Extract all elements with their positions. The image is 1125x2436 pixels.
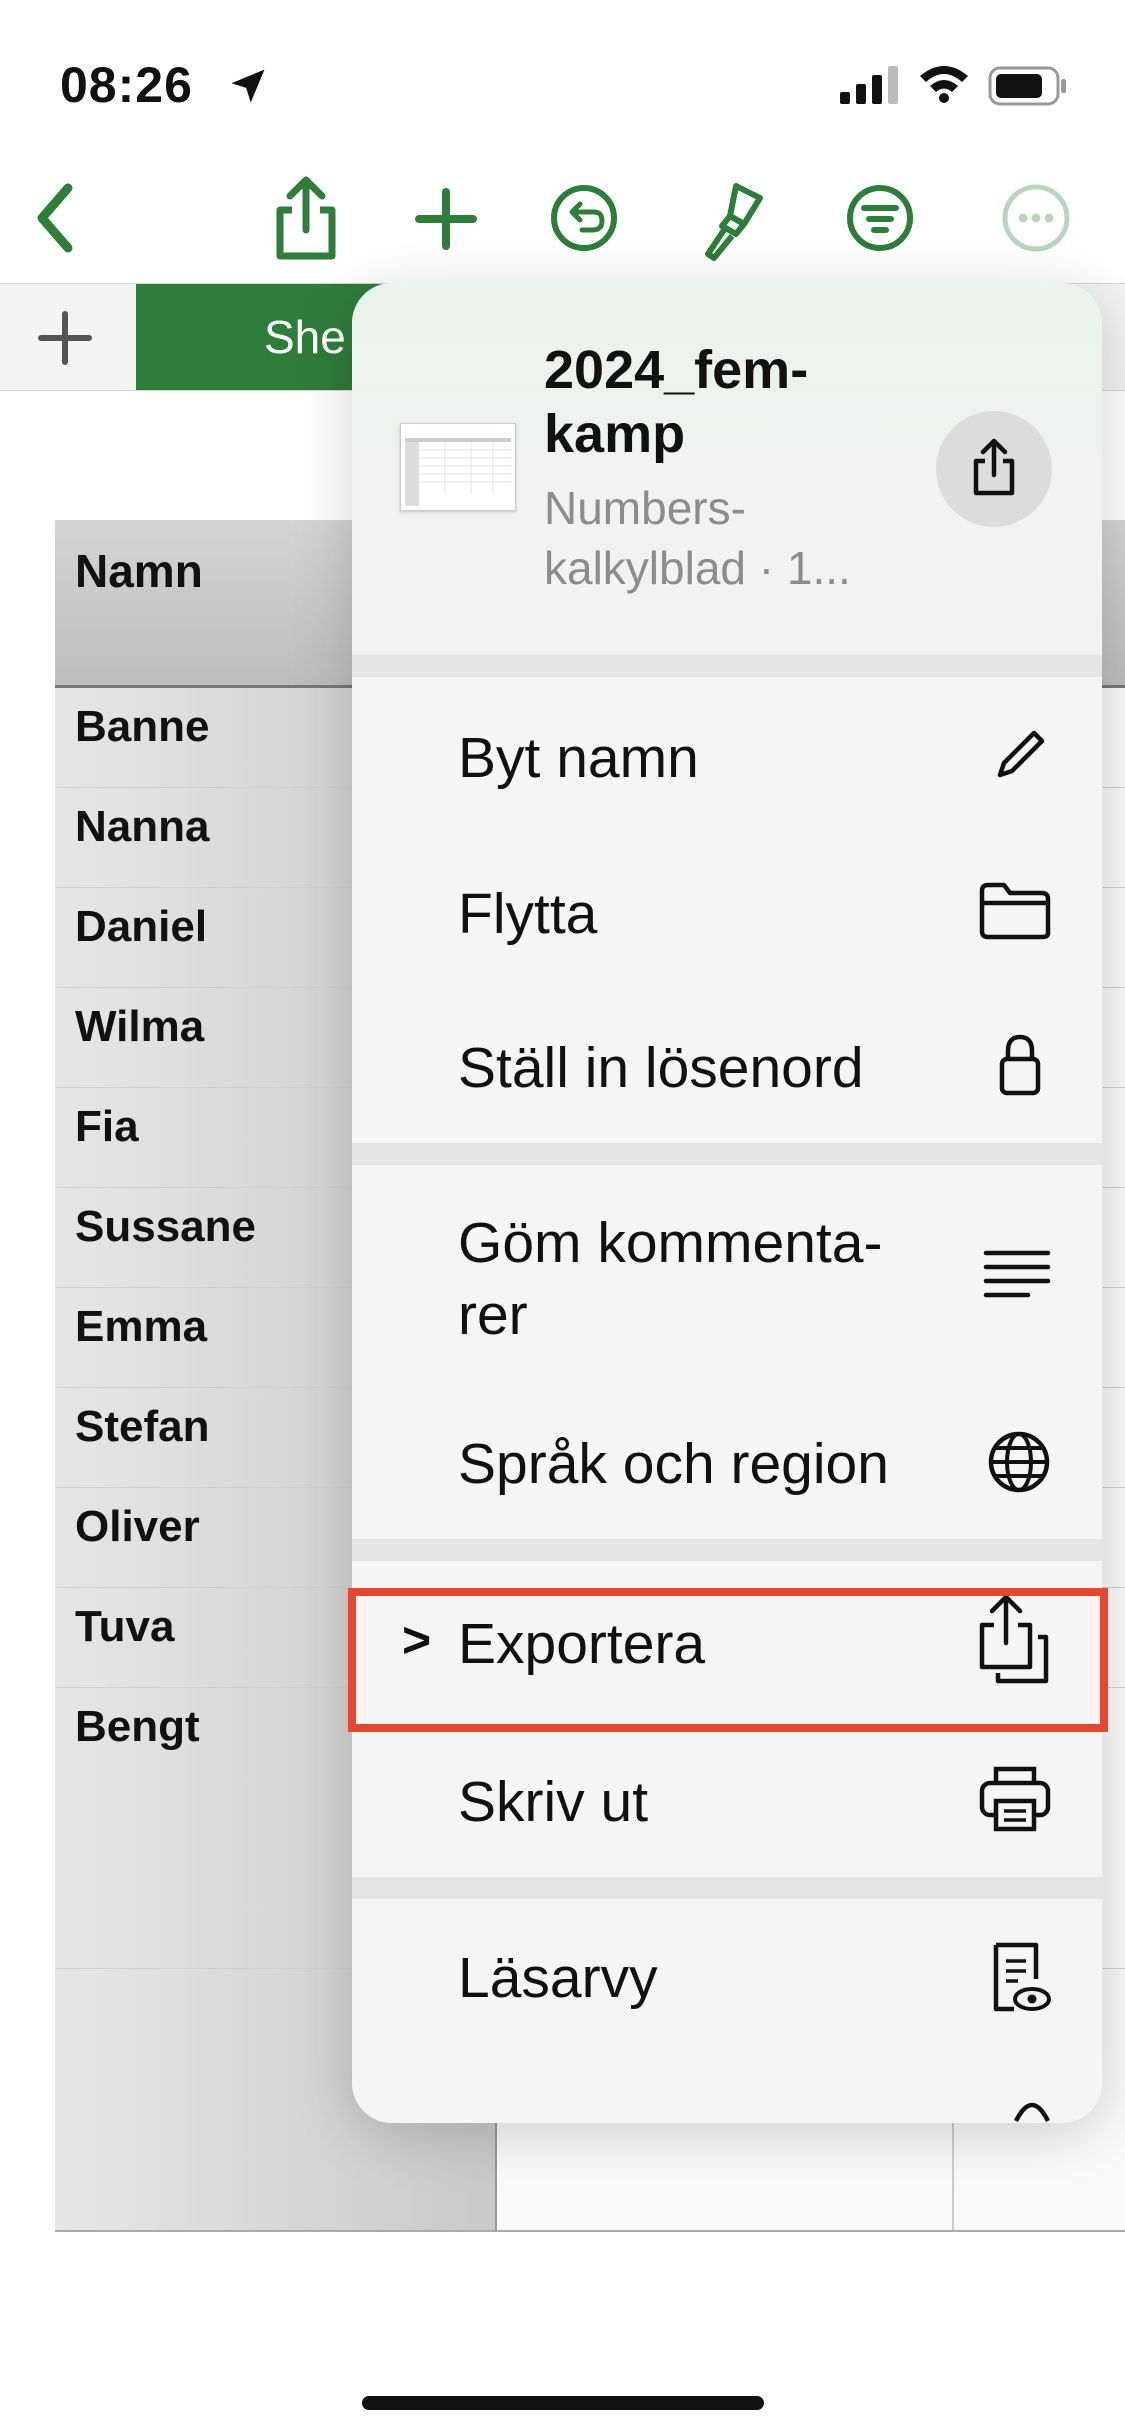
column-header-namn[interactable]: Namn (75, 544, 203, 598)
document-subtitle-line: Numbers- (544, 482, 746, 534)
table-cell[interactable]: Daniel (75, 902, 207, 952)
document-subtitle-line: kalkylblad · 1... (544, 542, 851, 594)
toolbar (0, 160, 1125, 282)
location-arrow-icon (231, 69, 265, 103)
document-subtitle: Numbers- kalkylblad · 1... (544, 478, 944, 598)
menu-item-reader-view[interactable]: Läsarvy (352, 1899, 1102, 2056)
menu-item-partial[interactable] (352, 2055, 1102, 2123)
table-cell[interactable]: Tuva (75, 1602, 174, 1652)
menu-item-label-line: Göm kommenta- (458, 1211, 883, 1275)
wifi-icon (920, 66, 968, 103)
plus-icon[interactable] (406, 168, 486, 268)
table-cell[interactable]: Sussane (75, 1202, 256, 1252)
partial-icon (1013, 2102, 1051, 2123)
lock-icon (999, 1034, 1041, 1096)
document-thumbnail (400, 423, 516, 511)
more-menu: 2024_fem- kamp Numbers- kalkylblad · 1..… (352, 283, 1102, 2123)
battery-icon (988, 66, 1066, 106)
paintbrush-icon[interactable] (690, 168, 770, 268)
menu-item-set-password[interactable]: Ställ in lösenord (352, 989, 1102, 1144)
table-cell[interactable]: Nanna (75, 802, 209, 852)
menu-item-label: Läsarvy (458, 1946, 658, 2010)
document-header: 2024_fem- kamp Numbers- kalkylblad · 1..… (352, 283, 1102, 655)
add-sheet-icon[interactable] (30, 306, 100, 370)
menu-item-rename[interactable]: Byt namn (352, 677, 1102, 834)
undo-icon[interactable] (544, 168, 624, 268)
filter-icon[interactable] (840, 168, 920, 268)
home-indicator[interactable] (362, 2396, 764, 2410)
menu-item-language-region[interactable]: Språk och region (352, 1385, 1102, 1540)
menu-separator (352, 1539, 1102, 1561)
menu-item-label: Göm kommenta- rer (458, 1207, 882, 1351)
folder-icon (979, 882, 1051, 940)
share-document-button[interactable] (936, 411, 1052, 527)
text-lines-icon (983, 1250, 1051, 1298)
menu-item-print[interactable]: Skriv ut (352, 1721, 1102, 1878)
menu-item-label: Flytta (458, 882, 598, 946)
table-cell[interactable]: Emma (75, 1302, 207, 1352)
table-cell[interactable]: Banne (75, 702, 209, 752)
tab-label: She (264, 311, 346, 363)
menu-item-label: Ställ in lösenord (458, 1036, 864, 1100)
status-time: 08:26 (60, 57, 193, 113)
menu-item-label-line: rer (458, 1283, 528, 1347)
table-cell[interactable]: Wilma (75, 1002, 204, 1052)
share-icon (973, 438, 1015, 496)
pencil-icon (997, 730, 1045, 778)
menu-item-hide-comments[interactable]: Göm kommenta- rer (352, 1165, 1102, 1386)
cellular-signal-icon (840, 66, 898, 104)
table-bottom-border (55, 2230, 1125, 2232)
globe-icon (988, 1431, 1050, 1493)
document-title-line: kamp (544, 404, 686, 464)
table-cell[interactable]: Stefan (75, 1402, 209, 1452)
menu-separator (352, 655, 1102, 677)
chevron-left-icon[interactable] (22, 168, 92, 268)
document-title-line: 2024_fem- (544, 340, 809, 400)
highlight-box-export (348, 1588, 1108, 1732)
status-bar: 08:26 (0, 0, 1125, 160)
document-title: 2024_fem- kamp (544, 338, 944, 466)
table-cell[interactable]: Bengt (75, 1702, 200, 1752)
printer-icon (979, 1766, 1051, 1832)
share-icon[interactable] (266, 168, 346, 268)
menu-item-label: Byt namn (458, 726, 699, 790)
table-cell[interactable]: Fia (75, 1102, 139, 1152)
menu-separator (352, 1143, 1102, 1165)
menu-item-label: Språk och region (458, 1432, 889, 1496)
reader-view-icon (993, 1942, 1051, 2012)
more-icon[interactable] (996, 168, 1076, 268)
menu-item-label: Skriv ut (458, 1770, 649, 1834)
table-cell[interactable]: Oliver (75, 1502, 200, 1552)
menu-separator (352, 1877, 1102, 1899)
menu-item-move[interactable]: Flytta (352, 833, 1102, 990)
